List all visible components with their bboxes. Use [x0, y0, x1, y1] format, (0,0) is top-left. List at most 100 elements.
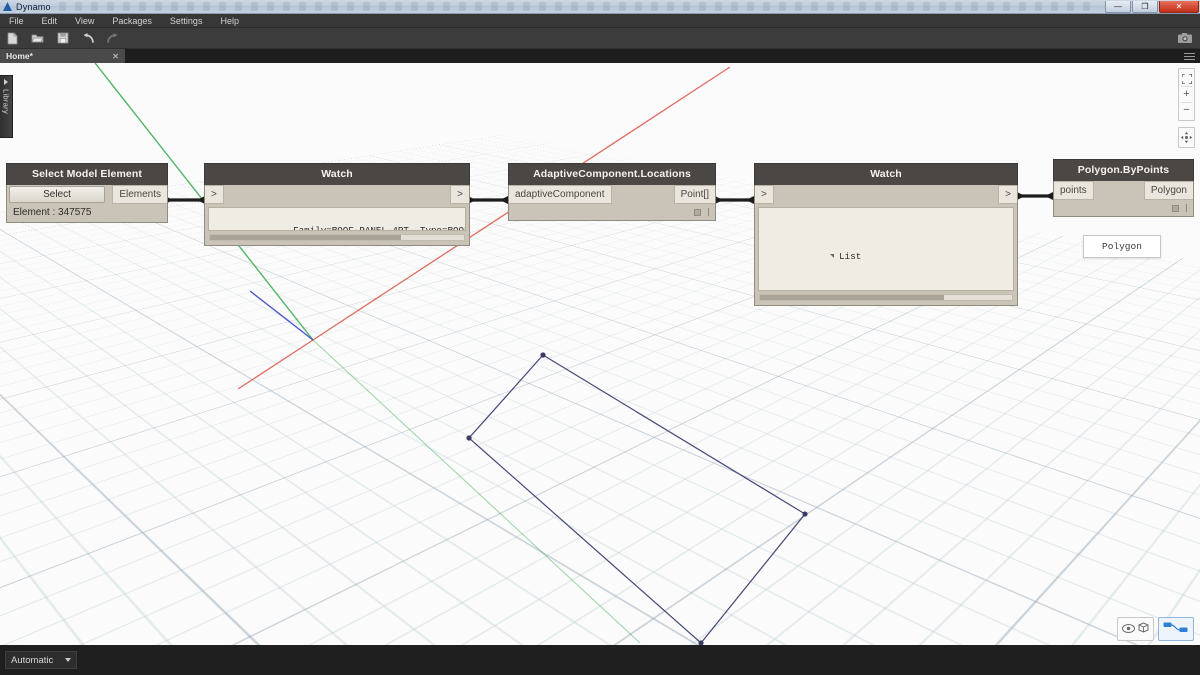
watch-horizontal-scrollbar[interactable] [209, 234, 465, 241]
pan-icon[interactable] [1179, 130, 1194, 145]
preview-toggle-icon[interactable] [1172, 205, 1179, 212]
geometry-view-toggle[interactable] [1117, 617, 1154, 641]
viewport-navigation-controls: + − [1178, 68, 1195, 148]
main-toolbar [0, 28, 1200, 49]
input-port[interactable]: > [205, 185, 224, 204]
node-adaptivecomponent-locations[interactable]: AdaptiveComponent.Locations adaptiveComp… [508, 163, 716, 221]
menu-item-help[interactable]: Help [211, 14, 248, 28]
watch-value-line: Family=ROOF-PANEL-4PT, Type=ROOF-PANEL [293, 225, 466, 231]
select-button[interactable]: Select [9, 186, 105, 203]
node-port-row: points Polygon [1054, 181, 1193, 200]
dynamo-application-window: Dynamo — ❐ ✕ File Edit View Packages Set… [0, 0, 1200, 675]
menu-item-view[interactable]: View [66, 14, 103, 28]
host-app-toolbar-ghost [59, 2, 1096, 11]
node-title: Watch [754, 163, 1018, 185]
pan-control-group [1178, 127, 1195, 148]
window-title-bar: Dynamo — ❐ ✕ [0, 0, 1200, 14]
tab-strip-filler [125, 49, 1178, 63]
node-title: Watch [204, 163, 470, 185]
zoom-extents-icon[interactable] [1179, 71, 1194, 86]
screenshot-camera-icon[interactable] [1170, 28, 1200, 49]
node-port-row: Select Elements [7, 185, 167, 204]
node-polygon-bypoints[interactable]: Polygon.ByPoints points Polygon [1053, 159, 1194, 217]
eye-icon[interactable] [1122, 620, 1135, 638]
node-info-text: Element : 347575 [7, 204, 167, 222]
menu-item-settings[interactable]: Settings [161, 14, 212, 28]
window-controls: — ❐ ✕ [1104, 0, 1199, 13]
node-body: > > List [0] Point(X = -0.557, Y = -32.0… [754, 185, 1018, 306]
node-watch-family-type[interactable]: Watch > > Family=ROOF-PANEL-4PT, Type=RO… [204, 163, 470, 246]
menu-bar: File Edit View Packages Settings Help [0, 14, 1200, 28]
watch-list-root[interactable]: List [764, 234, 1008, 279]
output-port[interactable]: > [450, 185, 469, 204]
redo-icon [100, 28, 125, 49]
output-port[interactable]: > [998, 185, 1017, 204]
minimize-button[interactable]: — [1105, 1, 1131, 13]
view-mode-toggles [1117, 617, 1194, 641]
node-port-row: adaptiveComponent Point[] [509, 185, 715, 204]
window-title: Dynamo [16, 2, 51, 12]
node-body: adaptiveComponent Point[] [508, 185, 716, 221]
save-file-icon[interactable] [50, 28, 75, 49]
node-footer [509, 204, 715, 220]
input-port-points[interactable]: points [1054, 181, 1094, 200]
chevron-down-icon[interactable] [65, 658, 71, 662]
close-button[interactable]: ✕ [1159, 1, 1199, 13]
graph-workspace[interactable]: Library + − [0, 63, 1200, 645]
watch-horizontal-scrollbar[interactable] [759, 294, 1013, 301]
undo-icon[interactable] [75, 28, 100, 49]
graph-view-toggle[interactable] [1158, 617, 1194, 641]
node-title: AdaptiveComponent.Locations [508, 163, 716, 185]
zoom-in-button[interactable]: + [1179, 87, 1194, 102]
menu-item-edit[interactable]: Edit [33, 14, 67, 28]
status-bar: Automatic [0, 645, 1200, 675]
expand-collapse-triangle-icon[interactable] [830, 254, 834, 258]
library-panel-collapsed[interactable]: Library [0, 75, 13, 138]
box-icon[interactable] [1138, 620, 1149, 638]
tab-home[interactable]: Home* ✕ [0, 49, 125, 63]
new-file-icon[interactable] [0, 28, 25, 49]
port-spacer [774, 185, 998, 204]
scrollbar-thumb[interactable] [210, 235, 401, 240]
node-port-row: > > [205, 185, 469, 204]
node-port-row: > > [755, 185, 1017, 204]
lacing-indicator-icon[interactable] [708, 208, 709, 216]
node-graph-icon[interactable] [1163, 620, 1189, 638]
watch-list-label: List [839, 251, 861, 262]
menu-item-packages[interactable]: Packages [103, 14, 161, 28]
maximize-button[interactable]: ❐ [1132, 1, 1158, 13]
input-port-adaptivecomponent[interactable]: adaptiveComponent [509, 185, 612, 204]
lacing-indicator-icon[interactable] [1186, 204, 1187, 212]
menu-item-file[interactable]: File [0, 14, 33, 28]
polygon-preview-tooltip: Polygon [1083, 235, 1161, 258]
zoom-control-group: + − [1178, 68, 1195, 121]
workspace-tab-strip: Home* ✕ [0, 49, 1200, 63]
zoom-out-button[interactable]: − [1179, 103, 1194, 118]
node-body: Select Elements Element : 347575 [6, 185, 168, 223]
open-file-icon[interactable] [25, 28, 50, 49]
output-port-point-array[interactable]: Point[] [674, 185, 715, 204]
library-expand-icon[interactable] [4, 79, 8, 85]
output-port-polygon[interactable]: Polygon [1144, 181, 1193, 200]
node-title: Polygon.ByPoints [1053, 159, 1194, 181]
port-spacer [612, 185, 674, 204]
output-port-elements[interactable]: Elements [112, 185, 167, 204]
node-body: > > Family=ROOF-PANEL-4PT, Type=ROOF-PAN… [204, 185, 470, 246]
run-mode-dropdown[interactable]: Automatic [5, 651, 77, 669]
node-footer [1054, 200, 1193, 216]
node-watch-point-list[interactable]: Watch > > List [0] Point(X = -0.557, Y =… [754, 163, 1018, 306]
tab-overflow-menu-icon[interactable] [1178, 49, 1200, 63]
node-connector-wires [0, 63, 1200, 645]
input-port[interactable]: > [755, 185, 774, 204]
library-panel-label: Library [2, 89, 11, 114]
watch-output-text: Family=ROOF-PANEL-4PT, Type=ROOF-PANEL [208, 207, 466, 231]
preview-toggle-icon[interactable] [694, 209, 701, 216]
node-body: points Polygon [1053, 181, 1194, 217]
scrollbar-thumb[interactable] [760, 295, 944, 300]
node-title: Select Model Element [6, 163, 168, 185]
tab-close-icon[interactable]: ✕ [112, 52, 119, 61]
run-mode-label: Automatic [11, 655, 53, 666]
port-spacer [1094, 181, 1144, 200]
node-select-model-element[interactable]: Select Model Element Select Elements Ele… [6, 163, 168, 223]
tab-home-label: Home* [6, 51, 33, 61]
